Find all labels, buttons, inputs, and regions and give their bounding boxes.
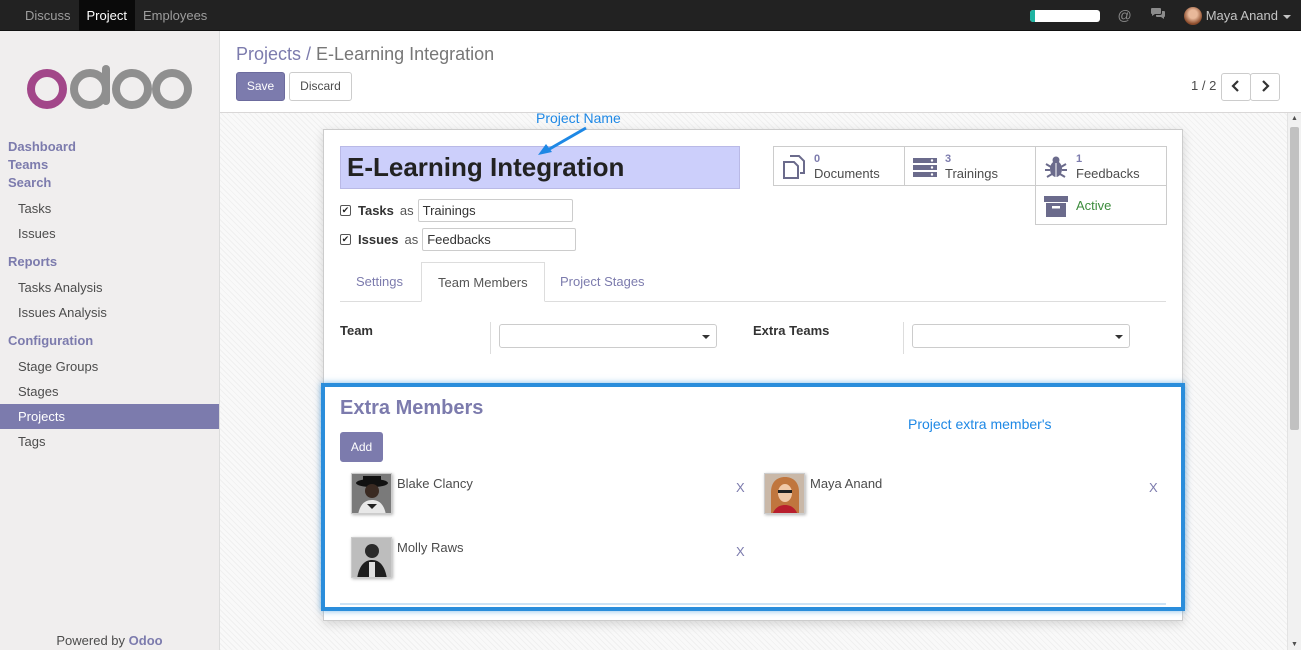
feedbacks-count: 1 bbox=[1076, 153, 1083, 165]
sidebar: Dashboard Teams Search Tasks Issues Repo… bbox=[0, 31, 220, 650]
powered-by-link[interactable]: Odoo bbox=[129, 633, 163, 648]
form-tabs: Settings Team Members Project Stages bbox=[340, 262, 1166, 302]
remove-member-blake-clancy[interactable]: X bbox=[736, 480, 745, 495]
member-name-maya-anand: Maya Anand bbox=[810, 476, 883, 491]
annotation-arrow-icon bbox=[538, 126, 587, 155]
chevron-right-icon bbox=[1262, 80, 1270, 92]
discard-button[interactable]: Discard bbox=[289, 72, 352, 101]
tasks-label: Tasks bbox=[358, 203, 394, 218]
trainings-stat-button[interactable]: 3 Trainings bbox=[904, 146, 1036, 186]
issues-alias-row: ✔ Issues as Feedbacks bbox=[340, 228, 577, 251]
documents-label: Documents bbox=[814, 166, 880, 181]
documents-icon bbox=[783, 155, 805, 179]
tasks-as-text: as bbox=[399, 203, 414, 218]
menu-project[interactable]: Project bbox=[78, 0, 135, 31]
user-avatar[interactable] bbox=[1183, 6, 1202, 25]
powered-by-text: Powered by bbox=[56, 633, 126, 648]
chevron-left-icon bbox=[1231, 80, 1239, 92]
issues-as-text: as bbox=[404, 232, 419, 247]
active-label: Active bbox=[1076, 198, 1112, 213]
sidebar-section-configuration: Configuration bbox=[8, 333, 94, 348]
archive-icon bbox=[1044, 196, 1068, 217]
sidebar-item-stages[interactable]: Stages bbox=[0, 379, 219, 404]
add-member-button[interactable]: Add bbox=[340, 432, 383, 462]
member-avatar-molly-raws[interactable] bbox=[351, 537, 392, 578]
sidebar-nav: Dashboard Teams Search Tasks Issues Repo… bbox=[0, 138, 219, 454]
menu-discuss[interactable]: Discuss bbox=[17, 0, 79, 31]
top-menu: Discuss Project Employees bbox=[17, 0, 215, 31]
feedbacks-label: Feedbacks bbox=[1076, 166, 1140, 181]
sidebar-item-tags[interactable]: Tags bbox=[0, 429, 219, 454]
tab-settings[interactable]: Settings bbox=[340, 262, 419, 302]
extra-teams-select[interactable] bbox=[912, 324, 1130, 348]
breadcrumb: Projects / E-Learning Integration bbox=[236, 44, 494, 65]
member-avatar-maya-anand[interactable] bbox=[764, 473, 805, 514]
remove-member-molly-raws[interactable]: X bbox=[736, 544, 745, 559]
tasks-alias-row: ✔ Tasks as Trainings bbox=[340, 199, 573, 222]
sidebar-item-stage-groups[interactable]: Stage Groups bbox=[0, 354, 219, 379]
divider bbox=[340, 603, 1166, 605]
chevron-down-icon bbox=[1115, 335, 1123, 339]
tab-project-stages[interactable]: Project Stages bbox=[544, 262, 661, 302]
issues-label: Issues bbox=[358, 232, 399, 247]
save-button[interactable]: Save bbox=[236, 72, 285, 101]
user-name[interactable]: Maya Anand bbox=[1206, 8, 1278, 23]
breadcrumb-projects-link[interactable]: Projects / bbox=[236, 44, 311, 64]
member-avatar-blake-clancy[interactable] bbox=[351, 473, 392, 514]
documents-count: 0 bbox=[814, 153, 821, 165]
member-name-blake-clancy: Blake Clancy bbox=[397, 476, 473, 491]
chat-icon[interactable] bbox=[1150, 0, 1166, 31]
tasks-checkbox[interactable]: ✔ bbox=[340, 205, 351, 216]
user-caret-icon[interactable] bbox=[1283, 14, 1291, 19]
scrollbar[interactable]: ▲ ▼ bbox=[1287, 113, 1301, 650]
tasks-alias-input[interactable]: Trainings bbox=[417, 199, 573, 222]
trainings-label: Trainings bbox=[945, 166, 998, 181]
tasks-list-icon bbox=[913, 158, 937, 177]
top-navbar: Discuss Project Employees @ Maya Anand bbox=[0, 0, 1301, 31]
annotation-extra-members: Project extra member's bbox=[908, 416, 1052, 432]
progress-bar bbox=[1029, 9, 1100, 22]
tab-team-members[interactable]: Team Members bbox=[421, 262, 545, 302]
powered-by: Powered by Odoo bbox=[0, 633, 219, 648]
issues-alias-input[interactable]: Feedbacks bbox=[422, 228, 577, 251]
sidebar-item-projects[interactable]: Projects bbox=[0, 404, 219, 429]
pager-previous-button[interactable] bbox=[1221, 73, 1251, 101]
member-name-molly-raws: Molly Raws bbox=[397, 540, 464, 555]
sidebar-item-tasks-analysis[interactable]: Tasks Analysis bbox=[0, 275, 219, 300]
sidebar-item-search[interactable]: Search bbox=[0, 174, 219, 192]
chevron-down-icon bbox=[702, 335, 710, 339]
odoo-logo[interactable] bbox=[26, 65, 194, 114]
sidebar-item-issues-analysis[interactable]: Issues Analysis bbox=[0, 300, 219, 325]
control-panel: Projects / E-Learning Integration Save D… bbox=[220, 31, 1301, 113]
sidebar-item-issues[interactable]: Issues bbox=[0, 221, 219, 246]
breadcrumb-current: E-Learning Integration bbox=[316, 44, 495, 64]
trainings-count: 3 bbox=[945, 153, 952, 165]
team-select[interactable] bbox=[499, 324, 717, 348]
sidebar-item-dashboard[interactable]: Dashboard bbox=[0, 138, 219, 156]
bug-icon bbox=[1045, 156, 1067, 178]
extra-teams-label: Extra Teams bbox=[753, 323, 830, 338]
scrollbar-thumb[interactable] bbox=[1290, 127, 1299, 430]
extra-members-title: Extra Members bbox=[340, 397, 484, 419]
sidebar-item-tasks[interactable]: Tasks bbox=[0, 196, 219, 221]
mentions-icon[interactable]: @ bbox=[1118, 0, 1132, 31]
documents-stat-button[interactable]: 0 Documents bbox=[773, 146, 905, 186]
sidebar-item-teams[interactable]: Teams bbox=[0, 156, 219, 174]
top-right-area: @ Maya Anand bbox=[1029, 0, 1291, 31]
sidebar-section-reports: Reports bbox=[8, 254, 58, 269]
pager-value[interactable]: 1 / 2 bbox=[1191, 78, 1216, 93]
menu-employees[interactable]: Employees bbox=[135, 0, 215, 31]
active-toggle-button[interactable]: Active bbox=[1035, 185, 1167, 225]
team-label: Team bbox=[340, 323, 373, 338]
pager-next-button[interactable] bbox=[1250, 73, 1280, 101]
feedbacks-stat-button[interactable]: 1 Feedbacks bbox=[1035, 146, 1167, 186]
issues-checkbox[interactable]: ✔ bbox=[340, 234, 351, 245]
remove-member-maya-anand[interactable]: X bbox=[1149, 480, 1158, 495]
